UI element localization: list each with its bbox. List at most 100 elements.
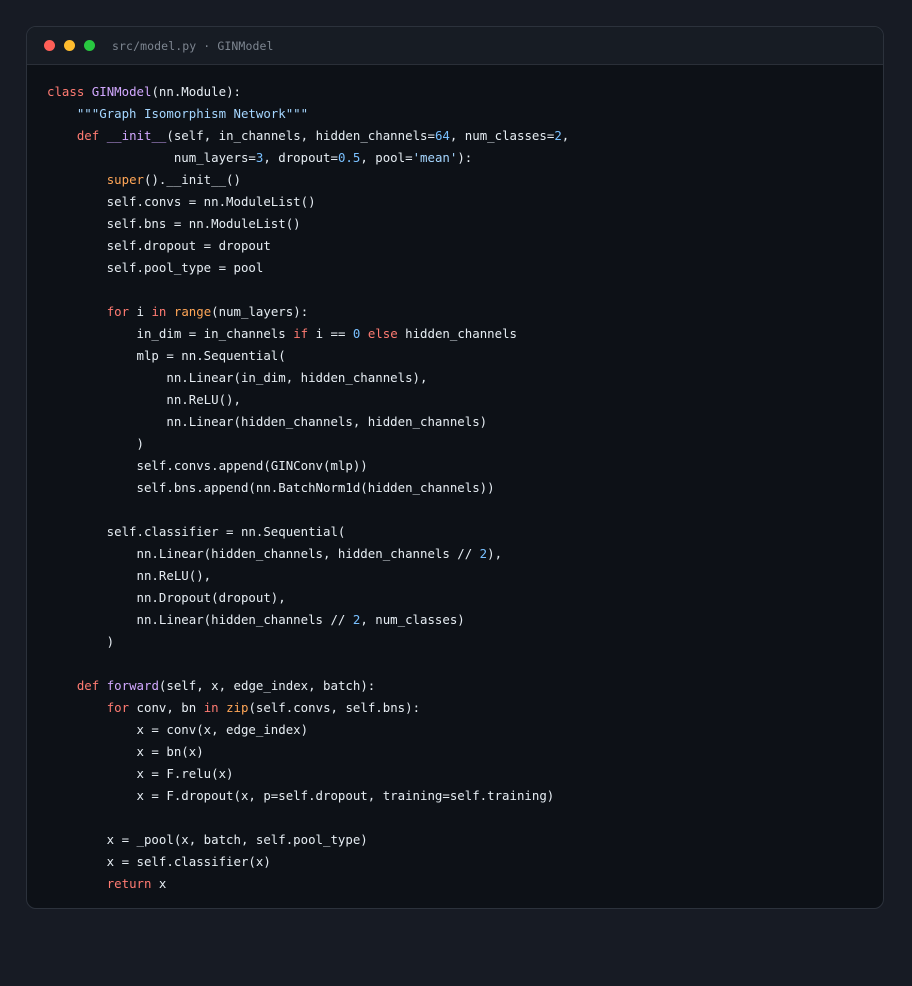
code-token: self.classifier = nn.Sequential( (47, 524, 346, 539)
code-window: src/model.py · GINModel class GINModel(n… (26, 26, 884, 909)
code-line: self.convs = nn.ModuleList() (47, 191, 569, 213)
code-token: hidden_channels (397, 326, 518, 341)
code-token: x = bn(x) (47, 744, 204, 759)
code-token: i == (308, 326, 353, 341)
code-line: return x (47, 873, 569, 895)
code-line: x = _pool(x, batch, self.pool_type) (47, 829, 569, 851)
code-line: nn.ReLU(), (47, 565, 569, 587)
code-token: return (106, 876, 152, 891)
code-token: self.dropout = dropout (47, 238, 271, 253)
code-token: else (367, 326, 398, 341)
code-token: self.bns = nn.ModuleList() (47, 216, 301, 231)
code-token: x = F.dropout(x, p=self.dropout, trainin… (47, 788, 555, 803)
code-line: def __init__(self, in_channels, hidden_c… (47, 125, 569, 147)
code-token: 64 (434, 128, 450, 143)
code-token: ): (457, 150, 473, 165)
code-token: nn.Linear(in_dim, hidden_channels), (47, 370, 428, 385)
code-token: for (106, 304, 130, 319)
code-line: x = conv(x, edge_index) (47, 719, 569, 741)
code-token: range (173, 304, 212, 319)
code-line: self.bns = nn.ModuleList() (47, 213, 569, 235)
code-token: num_layers= (47, 150, 256, 165)
code-line: self.classifier = nn.Sequential( (47, 521, 569, 543)
code-token: x = F.relu(x) (47, 766, 234, 781)
code-token: GINModel (91, 84, 152, 99)
code-token: self.pool_type = pool (47, 260, 264, 275)
code-token: class (47, 84, 85, 99)
code-line: self.dropout = dropout (47, 235, 569, 257)
code-token: conv, bn (129, 700, 204, 715)
code-token: ) (47, 634, 115, 649)
code-token: self.convs = nn.ModuleList() (47, 194, 316, 209)
code-token: mlp = nn.Sequential( (47, 348, 286, 363)
close-window-button[interactable] (44, 40, 55, 51)
code-line: self.bns.append(nn.BatchNorm1d(hidden_ch… (47, 477, 569, 499)
code-line: """Graph Isomorphism Network""" (47, 103, 569, 125)
code-token: ), (487, 546, 503, 561)
code-token: , pool= (360, 150, 413, 165)
code-line: in_dim = in_channels if i == 0 else hidd… (47, 323, 569, 345)
code-line: x = F.dropout(x, p=self.dropout, trainin… (47, 785, 569, 807)
code-token: x = _pool(x, batch, self.pool_type) (47, 832, 368, 847)
code-line: nn.Linear(hidden_channels, hidden_channe… (47, 543, 569, 565)
code-token: i (129, 304, 152, 319)
window-title: src/model.py · GINModel (112, 38, 274, 53)
code-token: , num_classes= (449, 128, 555, 143)
code-token: , num_classes) (360, 612, 465, 627)
code-token: x = conv(x, edge_index) (47, 722, 309, 737)
code-line: x = self.classifier(x) (47, 851, 569, 873)
code-token: super (106, 172, 144, 187)
code-token: , dropout= (263, 150, 338, 165)
code-token: def (76, 678, 100, 693)
minimize-window-button[interactable] (64, 40, 75, 51)
code-line: ) (47, 631, 569, 653)
code-token: zip (226, 700, 249, 715)
code-line: class GINModel(nn.Module): (47, 81, 569, 103)
code-line: def forward(self, x, edge_index, batch): (47, 675, 569, 697)
code-token: ().__init__() (144, 172, 241, 187)
code-line: nn.Linear(in_dim, hidden_channels), (47, 367, 569, 389)
code-token: x = self.classifier(x) (47, 854, 271, 869)
code-token: (num_layers): (211, 304, 309, 319)
code-line: ) (47, 433, 569, 455)
maximize-window-button[interactable] (84, 40, 95, 51)
code-line: for conv, bn in zip(self.convs, self.bns… (47, 697, 569, 719)
code-token: """Graph Isomorphism Network""" (76, 106, 309, 121)
code-token: ) (47, 436, 144, 451)
code-editor[interactable]: class GINModel(nn.Module): """Graph Isom… (47, 81, 569, 895)
code-token: self.convs.append(GINConv(mlp)) (47, 458, 368, 473)
code-token: for (106, 700, 130, 715)
code-line: super().__init__() (47, 169, 569, 191)
code-line: nn.Linear(hidden_channels, hidden_channe… (47, 411, 569, 433)
code-token: nn.ReLU(), (47, 392, 241, 407)
code-line: x = F.relu(x) (47, 763, 569, 785)
code-token: nn.Linear(hidden_channels, hidden_channe… (47, 546, 480, 561)
code-token: nn.Linear(hidden_channels // (47, 612, 353, 627)
code-line: nn.Linear(hidden_channels // 2, num_clas… (47, 609, 569, 631)
code-token: (nn.Module): (151, 84, 241, 99)
code-token: nn.Dropout(dropout), (47, 590, 286, 605)
code-token: (self.convs, self.bns): (248, 700, 421, 715)
code-token: def (76, 128, 100, 143)
code-token: __init__ (106, 128, 167, 143)
code-line: self.pool_type = pool (47, 257, 569, 279)
code-line: nn.ReLU(), (47, 389, 569, 411)
code-token: in (203, 700, 219, 715)
code-token: nn.ReLU(), (47, 568, 212, 583)
